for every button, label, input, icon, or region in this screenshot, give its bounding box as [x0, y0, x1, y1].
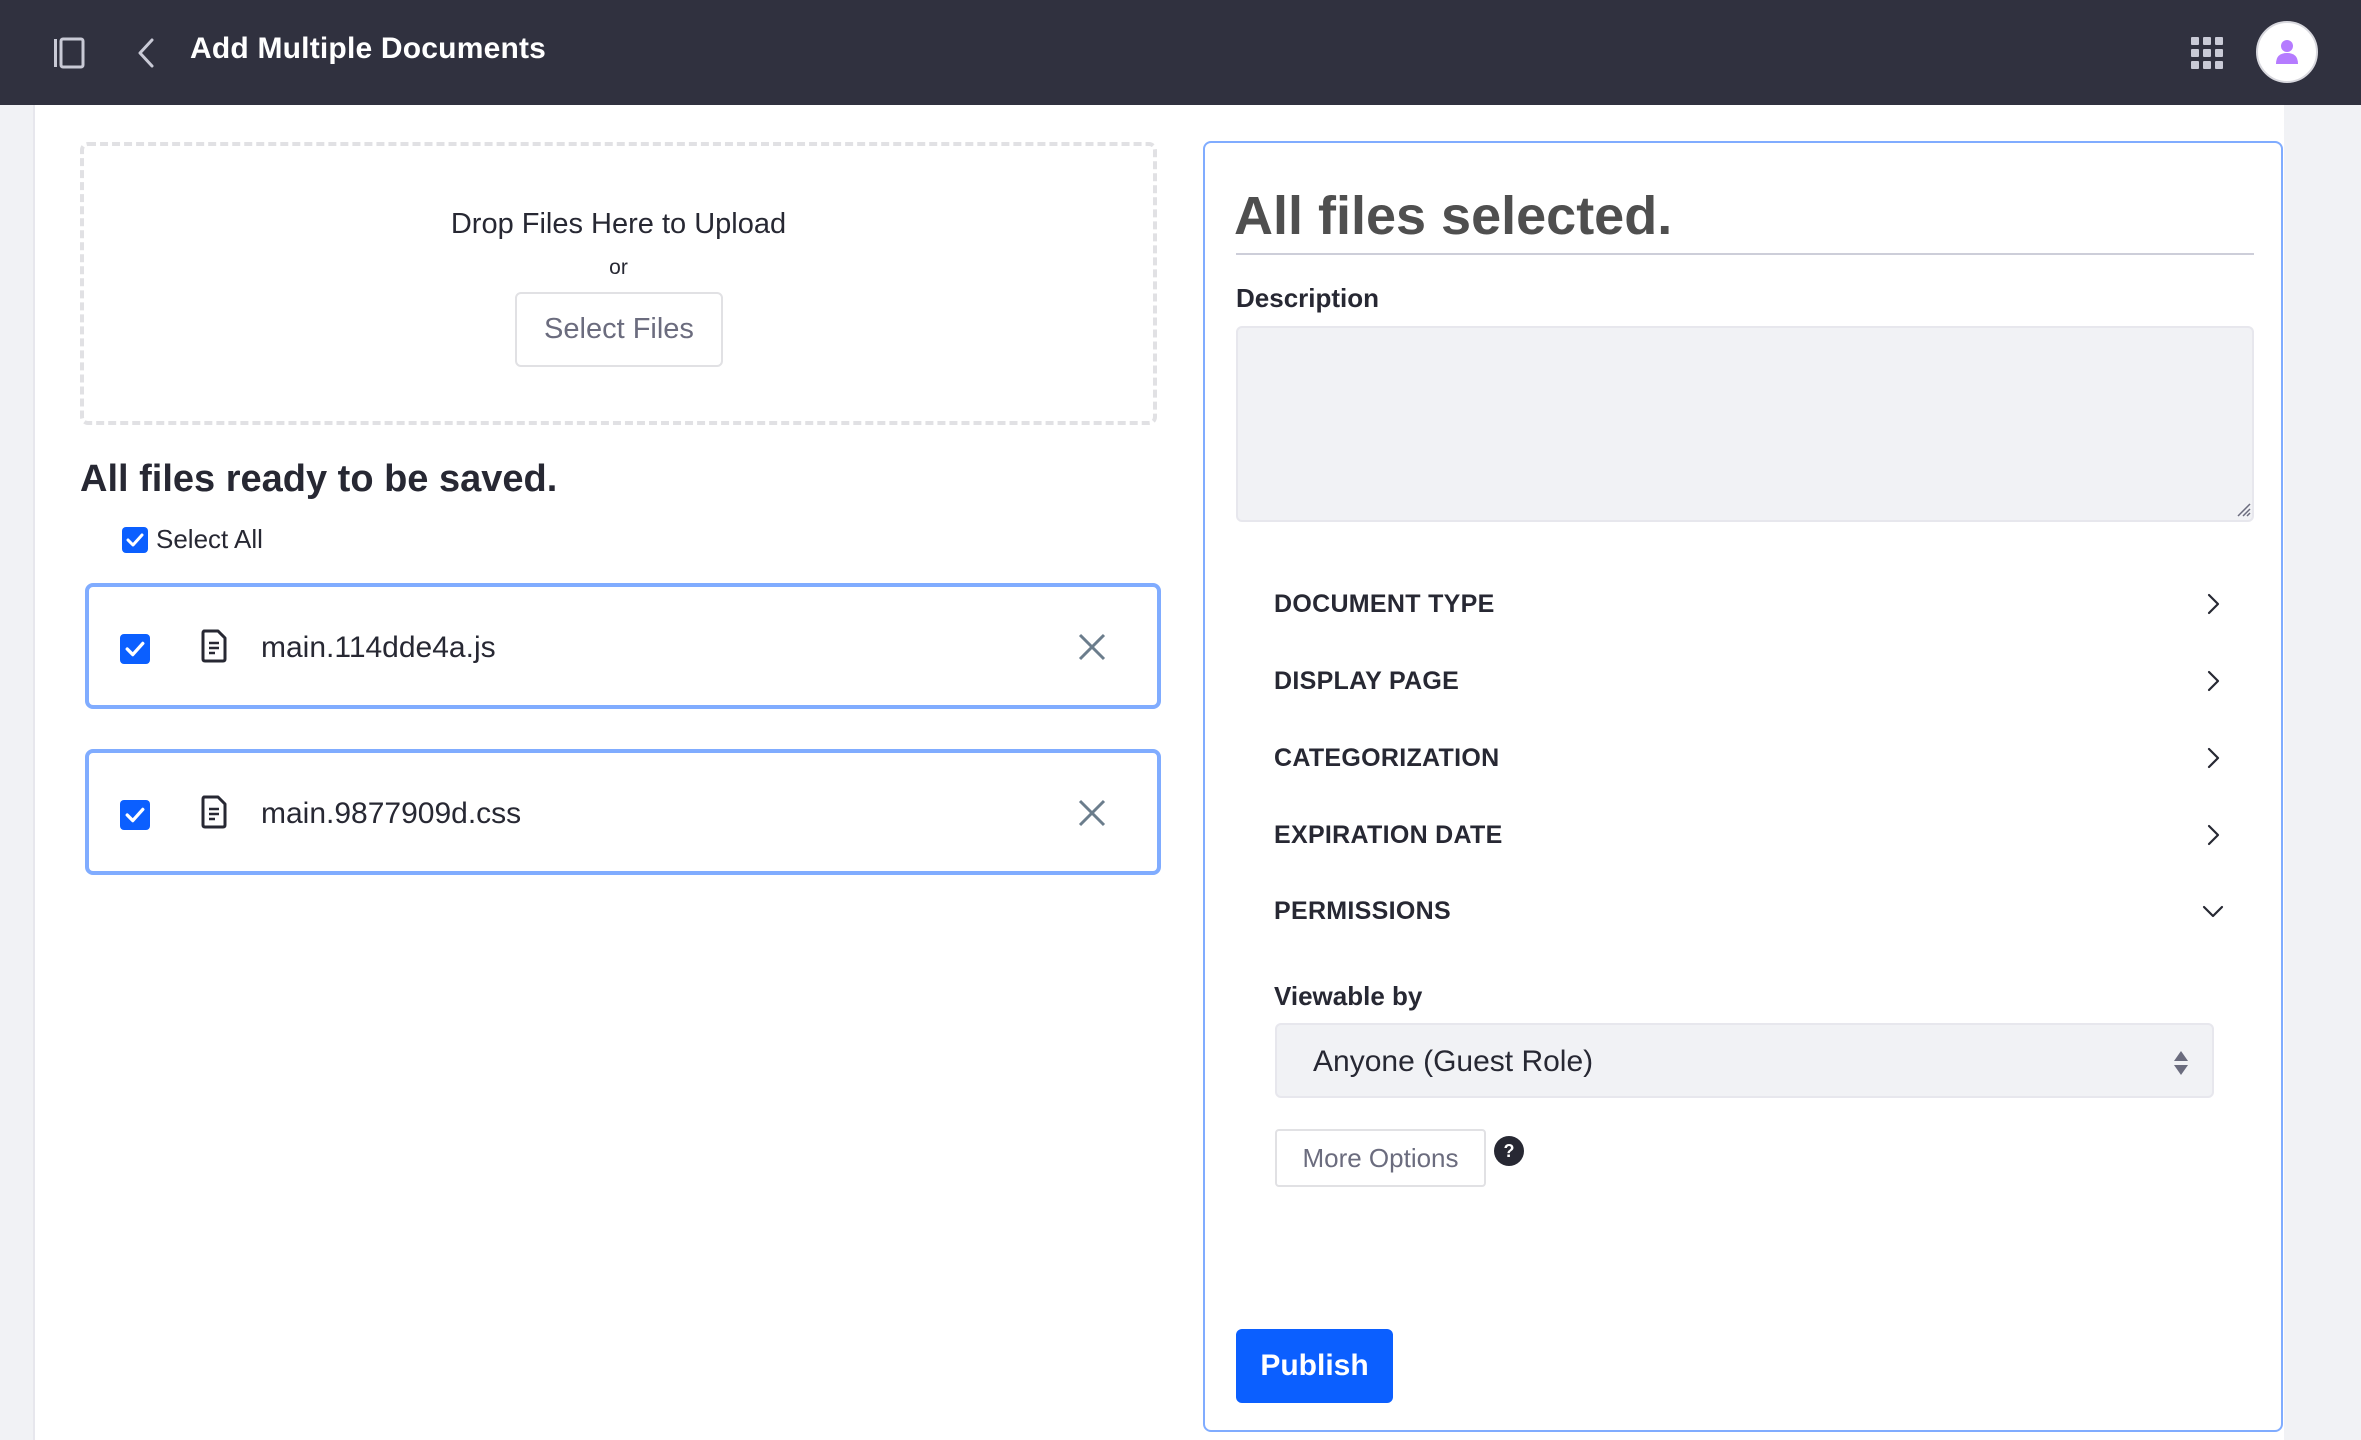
file-list-item: main.9877909d.css: [85, 749, 1161, 875]
sidebar-panel-icon[interactable]: [52, 36, 86, 70]
page-title: Add Multiple Documents: [190, 32, 547, 65]
top-navigation-bar: Add Multiple Documents: [0, 0, 2361, 105]
accordion-label: PERMISSIONS: [1274, 896, 1451, 925]
accordion-display-page[interactable]: DISPLAY PAGE: [1274, 656, 2224, 706]
accordion-expiration-date[interactable]: EXPIRATION DATE: [1274, 810, 2224, 860]
file-name: main.9877909d.css: [261, 797, 522, 830]
avatar[interactable]: [2256, 21, 2318, 83]
accordion-categorization[interactable]: CATEGORIZATION: [1274, 733, 2224, 783]
viewable-by-select[interactable]: Anyone (Guest Role): [1275, 1023, 2214, 1098]
chevron-right-icon: [2207, 670, 2220, 692]
files-ready-heading: All files ready to be saved.: [80, 458, 558, 500]
drop-files-text: Drop Files Here to Upload: [450, 208, 787, 240]
close-icon[interactable]: [1075, 796, 1109, 830]
help-icon[interactable]: ?: [1494, 1136, 1524, 1166]
resize-handle-icon[interactable]: [2235, 501, 2251, 517]
file-checkbox[interactable]: [120, 634, 150, 664]
viewable-by-value: Anyone (Guest Role): [1313, 1045, 1594, 1078]
chevron-right-icon: [2207, 824, 2220, 846]
accordion-label: EXPIRATION DATE: [1274, 820, 1503, 849]
checkbox-checked-icon[interactable]: [122, 526, 148, 553]
close-icon[interactable]: [1075, 630, 1109, 664]
accordion-permissions[interactable]: PERMISSIONS: [1274, 886, 2224, 936]
chevron-right-icon: [2207, 747, 2220, 769]
panel-title: All files selected.: [1234, 186, 1673, 246]
document-icon: [200, 629, 228, 663]
page-right-gutter: [2284, 105, 2361, 1440]
document-icon: [200, 795, 228, 829]
file-checkbox[interactable]: [120, 800, 150, 830]
more-options-button[interactable]: More Options: [1275, 1129, 1486, 1187]
description-textarea[interactable]: [1236, 326, 2254, 522]
file-drop-zone[interactable]: Drop Files Here to Upload or Select File…: [80, 142, 1157, 425]
page-left-border: [33, 105, 35, 1440]
title-divider: [1236, 253, 2254, 255]
description-label: Description: [1236, 283, 1380, 313]
select-files-button[interactable]: Select Files: [515, 292, 723, 367]
select-all-checkbox[interactable]: Select All: [122, 524, 263, 555]
publish-button[interactable]: Publish: [1236, 1329, 1393, 1403]
file-name: main.114dde4a.js: [261, 631, 496, 664]
select-arrows-icon: [2174, 1051, 2188, 1075]
document-settings-panel: All files selected. Description DOCUMENT…: [1203, 141, 2283, 1432]
chevron-down-icon: [2202, 905, 2224, 918]
chevron-right-icon: [2207, 593, 2220, 615]
accordion-label: DISPLAY PAGE: [1274, 666, 1460, 695]
grid-apps-icon[interactable]: [2190, 36, 2224, 70]
viewable-by-label: Viewable by: [1274, 981, 1423, 1011]
select-all-label: Select All: [156, 524, 263, 554]
accordion-label: DOCUMENT TYPE: [1274, 589, 1495, 618]
or-text: or: [609, 256, 628, 279]
accordion-label: CATEGORIZATION: [1274, 743, 1500, 772]
accordion-document-type[interactable]: DOCUMENT TYPE: [1274, 579, 2224, 629]
user-icon: [2276, 40, 2298, 64]
file-list-item: main.114dde4a.js: [85, 583, 1161, 709]
chevron-left-icon[interactable]: [132, 36, 160, 70]
